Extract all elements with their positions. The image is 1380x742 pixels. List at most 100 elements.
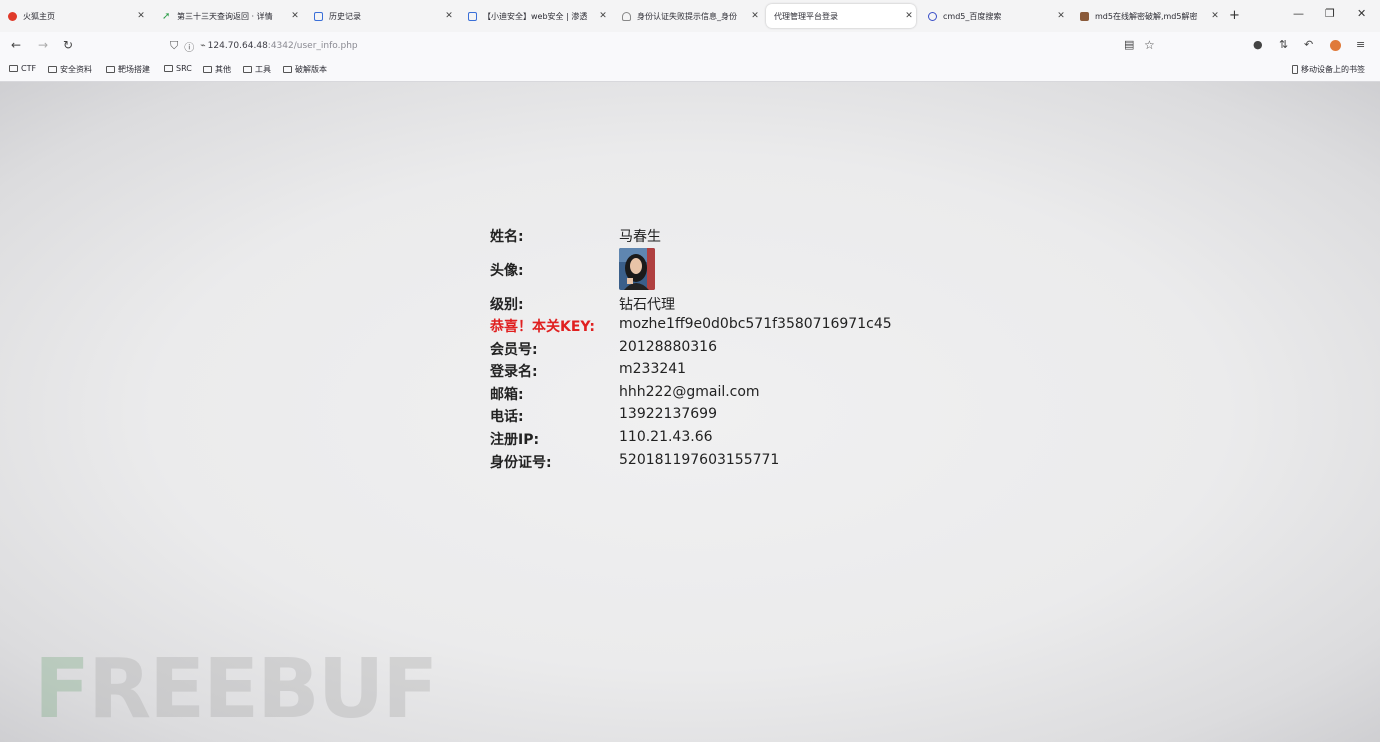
- name-value: 马春生: [619, 229, 661, 245]
- tab-agent-login-active[interactable]: 代理管理平台登录 ✕: [766, 4, 916, 28]
- watermark-first-letter: F: [34, 642, 90, 737]
- phone-value: 13922137699: [619, 406, 717, 422]
- navigation-bar: ← → ↻ ⛉ ⓘ ⌁ 124.70.64.48:4342/user_info.…: [0, 32, 1380, 60]
- baidu-icon: [928, 11, 937, 21]
- tab-firefox-home[interactable]: 火狐主页 ✕: [0, 4, 148, 28]
- mobile-bookmarks[interactable]: 移动设备上的书签: [1292, 64, 1365, 75]
- folder-icon: [48, 66, 57, 73]
- folder-icon: [283, 66, 292, 73]
- email-label: 邮箱:: [490, 387, 524, 403]
- folder-icon: [243, 66, 252, 73]
- bookmark-label: 其他: [215, 65, 231, 74]
- address-bar[interactable]: ⛉ ⓘ ⌁ 124.70.64.48:4342/user_info.php: [160, 35, 1170, 57]
- close-tab-icon[interactable]: ✕: [134, 11, 148, 21]
- folder-icon: [9, 65, 18, 72]
- url-text[interactable]: 124.70.64.48:4342/user_info.php: [208, 41, 358, 51]
- page-content: 姓名: 马春生 头像: 级别: 钻石代理 恭喜！本关KEY: mozhe1ff9…: [0, 82, 1380, 742]
- email-value: hhh222@gmail.com: [619, 384, 760, 400]
- menu-icon[interactable]: ≡: [1356, 38, 1365, 51]
- bookmark-folder[interactable]: CTF: [9, 64, 36, 73]
- member-id-value: 20128880316: [619, 339, 717, 355]
- tab-title: 第三十三天查询返回 · 详情: [177, 11, 273, 21]
- minimize-button[interactable]: —: [1293, 7, 1304, 20]
- page-info-icon[interactable]: ⓘ: [184, 39, 194, 54]
- bookmark-label: 安全资料: [60, 65, 92, 74]
- tab-history[interactable]: 历史记录 ✕: [306, 4, 456, 28]
- leaf-icon: ➚: [162, 10, 171, 22]
- reload-icon[interactable]: ↻: [63, 38, 73, 52]
- folder-icon: [203, 66, 212, 73]
- tab-query-detail[interactable]: ➚ 第三十三天查询返回 · 详情 ✕: [154, 4, 302, 28]
- reader-view-icon[interactable]: ▤: [1124, 38, 1134, 51]
- url-host: 124.70.64.48: [207, 41, 268, 51]
- key-label: 恭喜！本关KEY:: [490, 319, 595, 335]
- mobile-icon: [1292, 65, 1298, 74]
- level-label: 级别:: [490, 297, 524, 313]
- close-tab-icon[interactable]: ✕: [902, 11, 916, 21]
- tab-title: 代理管理平台登录: [774, 11, 838, 21]
- bookmark-label: 破解版本: [295, 65, 327, 74]
- bookmark-label: 靶场搭建: [118, 65, 150, 74]
- tab-title: md5在线解密破解,md5解密: [1095, 11, 1198, 21]
- id-card-value: 520181197603155771: [619, 452, 780, 468]
- url-path: :4342/user_info.php: [267, 41, 358, 51]
- close-tab-icon[interactable]: ✕: [596, 11, 610, 21]
- watermark-rest: REEBUF: [88, 642, 438, 737]
- phone-label: 电话:: [490, 409, 524, 425]
- tab-md5-decrypt[interactable]: md5在线解密破解,md5解密 ✕: [1072, 4, 1222, 28]
- new-tab-button[interactable]: +: [1229, 8, 1240, 23]
- close-tab-icon[interactable]: ✕: [442, 11, 456, 21]
- bookmark-folder[interactable]: 破解版本: [283, 64, 327, 75]
- level-value: 钻石代理: [619, 297, 675, 313]
- close-tab-icon[interactable]: ✕: [748, 11, 762, 21]
- tab-xiaodi-security[interactable]: 【小迪安全】web安全 | 渗透 ✕: [460, 4, 610, 28]
- page-icon: [468, 11, 477, 21]
- shield-icon[interactable]: ⛉: [170, 39, 178, 53]
- bookmarks-bar: CTF 安全资料 靶场搭建 SRC 其他 工具 破解版本 移动设备上的书签: [0, 60, 1380, 82]
- bookmark-folder[interactable]: 工具: [243, 64, 271, 75]
- close-tab-icon[interactable]: ✕: [288, 11, 302, 21]
- account-icon[interactable]: [1330, 40, 1341, 51]
- close-tab-icon[interactable]: ✕: [1208, 11, 1222, 21]
- bookmark-label: 工具: [255, 65, 271, 74]
- tab-title: 身份认证失败提示信息_身份: [637, 11, 737, 21]
- tab-title: 历史记录: [329, 11, 361, 21]
- bookmark-folder[interactable]: 靶场搭建: [106, 64, 150, 75]
- bookmark-folder[interactable]: SRC: [164, 64, 192, 73]
- bookmark-label: SRC: [176, 64, 192, 73]
- bookmark-folder[interactable]: 其他: [203, 64, 231, 75]
- tab-title: cmd5_百度搜索: [943, 11, 1002, 21]
- bookmark-label: CTF: [21, 64, 37, 73]
- undo-icon[interactable]: ↶: [1304, 38, 1313, 51]
- firefox-icon: [8, 11, 17, 21]
- forward-arrow-icon[interactable]: →: [38, 38, 48, 52]
- login-name-value: m233241: [619, 361, 687, 377]
- name-label: 姓名:: [490, 229, 524, 245]
- bookmark-star-icon[interactable]: ☆: [1144, 38, 1155, 52]
- tab-bar: 火狐主页 ✕ ➚ 第三十三天查询返回 · 详情 ✕ 历史记录 ✕ 【小迪安全】w…: [0, 0, 1380, 32]
- member-id-label: 会员号:: [490, 342, 538, 358]
- id-card-label: 身份证号:: [490, 455, 552, 471]
- connection-icon: ⌁: [200, 41, 206, 51]
- maximize-button[interactable]: ❐: [1325, 7, 1335, 20]
- sync-icon[interactable]: ⇅: [1279, 38, 1288, 51]
- bookmark-folder[interactable]: 安全资料: [48, 64, 92, 75]
- close-window-button[interactable]: ✕: [1357, 7, 1366, 20]
- tab-auth-failed[interactable]: 身份认证失败提示信息_身份 ✕: [614, 4, 762, 28]
- key-value: mozhe1ff9e0d0bc571f3580716971c45: [619, 316, 892, 332]
- folder-icon: [106, 66, 115, 73]
- tab-cmd5-baidu[interactable]: cmd5_百度搜索 ✕: [920, 4, 1068, 28]
- folder-icon: [164, 65, 173, 72]
- avatar: [619, 248, 655, 290]
- login-name-label: 登录名:: [490, 364, 538, 380]
- bookmark-label: 移动设备上的书签: [1301, 65, 1365, 74]
- tab-title: 【小迪安全】web安全 | 渗透: [483, 11, 588, 21]
- back-arrow-icon[interactable]: ←: [11, 38, 21, 52]
- close-tab-icon[interactable]: ✕: [1054, 11, 1068, 21]
- md5-site-icon: [1080, 11, 1089, 21]
- avatar-label: 头像:: [490, 263, 524, 279]
- tab-title: 火狐主页: [23, 11, 55, 21]
- lock-page-icon: [622, 11, 631, 21]
- page-icon: [314, 11, 323, 21]
- extension-icon[interactable]: ●: [1253, 38, 1263, 51]
